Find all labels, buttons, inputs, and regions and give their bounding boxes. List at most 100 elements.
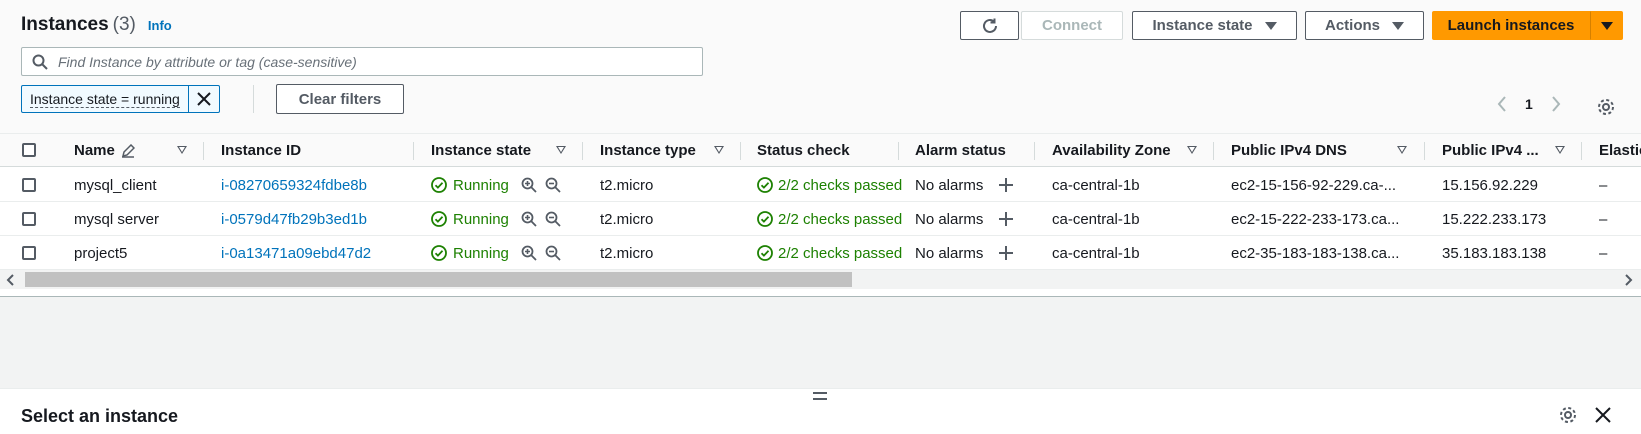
clear-filters-button[interactable]: Clear filters [276,84,404,114]
filter-token-label[interactable]: Instance state = running [22,86,189,112]
next-page-icon[interactable] [1551,96,1561,112]
filter-caret-icon[interactable] [1555,146,1565,154]
close-details-icon[interactable] [1595,407,1611,423]
table-row[interactable]: mysql_client i-08270659324fdbe8b Running… [0,168,1641,202]
filter-caret-icon[interactable] [1187,146,1197,154]
select-all-checkbox[interactable] [22,143,36,157]
status-check-cell: 2/2 checks passed [757,168,902,202]
instance-state-text: Running [453,210,509,228]
caret-down-icon [1264,21,1277,30]
check-circle-icon [431,177,447,193]
launch-instances-menu-button[interactable] [1590,11,1623,40]
instance-name: project5 [74,244,128,262]
zoom-in-icon[interactable] [521,211,537,227]
zoom-out-icon[interactable] [545,177,561,193]
connect-button[interactable]: Connect [1021,11,1123,40]
alarm-status: No alarms [915,244,984,262]
alarm-status: No alarms [915,210,984,228]
row-checkbox[interactable] [22,212,36,226]
search-icon [32,54,48,70]
launch-instances-button[interactable]: Launch instances [1432,11,1590,40]
table-row[interactable]: mysql server i-0579d47fb29b3ed1b Running… [0,202,1641,236]
scroll-left-icon[interactable] [6,274,14,286]
public-ipv4-dns: ec2-15-156-92-229.ca-... [1231,176,1397,194]
page-title: Instances (3) Info [21,14,172,36]
filter-caret-icon[interactable] [556,146,566,154]
column-header-alarm-status[interactable]: Alarm status [915,134,1006,167]
column-header-availability-zone[interactable]: Availability Zone [1052,134,1171,167]
scroll-right-icon[interactable] [1625,274,1633,286]
table-row[interactable]: project5 i-0a13471a09ebd47d2 Running t2.… [0,236,1641,270]
refresh-icon [980,16,1000,36]
caret-down-icon [1600,21,1613,30]
filter-caret-icon[interactable] [714,146,724,154]
elastic-ip: – [1599,244,1608,262]
column-header-status-check[interactable]: Status check [757,134,850,167]
panel-split-area [0,296,1641,388]
pagination: 1 [1497,96,1561,112]
check-circle-icon [431,245,447,261]
edit-pencil-icon [121,143,135,158]
caret-down-icon [1392,21,1404,30]
availability-zone: ca-central-1b [1052,210,1140,228]
instances-header-panel: Instances (3) Info Connect Instance stat… [0,0,1641,133]
zoom-out-icon[interactable] [545,245,561,261]
instance-state-cell: Running [431,236,509,270]
row-checkbox[interactable] [22,246,36,260]
refresh-button[interactable] [960,11,1019,40]
column-header-instance-state[interactable]: Instance state [431,134,531,167]
column-separator [413,142,414,160]
add-alarm-plus-icon[interactable] [998,211,1014,227]
column-header-elastic[interactable]: Elastic [1599,134,1641,167]
public-ipv4-dns: ec2-15-222-233-173.ca... [1231,210,1400,228]
resize-handle-icon[interactable] [813,392,827,404]
horizontal-scroll-thumb[interactable] [25,272,852,287]
instance-type: t2.micro [600,244,654,262]
column-header-name[interactable]: Name [74,134,135,167]
filter-divider [253,85,254,113]
actions-label: Actions [1324,17,1380,34]
elastic-ip: – [1599,210,1608,228]
column-separator [1034,142,1035,160]
column-separator [898,142,899,160]
instance-id-link[interactable]: i-0a13471a09ebd47d2 [221,236,371,270]
instance-id-link[interactable]: i-0579d47fb29b3ed1b [221,202,367,236]
filter-token-remove[interactable] [189,86,219,112]
status-check-text: 2/2 checks passed [778,244,903,262]
filter-token[interactable]: Instance state = running [21,85,220,113]
check-circle-icon [757,177,773,193]
current-page-number[interactable]: 1 [1525,96,1533,112]
zoom-out-icon[interactable] [545,211,561,227]
horizontal-scrollbar[interactable] [0,270,1641,289]
add-alarm-plus-icon[interactable] [998,245,1014,261]
search-bar[interactable] [21,47,703,76]
public-ipv4-address: 15.222.233.173 [1442,210,1547,228]
filter-caret-icon[interactable] [177,146,187,154]
add-alarm-plus-icon[interactable] [998,177,1014,193]
info-link[interactable]: Info [148,18,172,33]
column-header-instance-id[interactable]: Instance ID [221,134,301,167]
search-input[interactable] [58,53,658,70]
public-ipv4-dns: ec2-35-183-183-138.ca... [1231,244,1400,262]
instance-state-dropdown[interactable]: Instance state [1132,11,1297,40]
status-check-cell: 2/2 checks passed [757,236,902,270]
table-preferences-gear-icon[interactable] [1597,98,1615,116]
check-circle-icon [757,211,773,227]
elastic-ip: – [1599,176,1608,194]
column-separator [1424,142,1425,160]
actions-dropdown[interactable]: Actions [1305,11,1424,40]
filter-caret-icon[interactable] [1397,146,1407,154]
row-checkbox[interactable] [22,178,36,192]
column-header-instance-type[interactable]: Instance type [600,134,696,167]
availability-zone: ca-central-1b [1052,244,1140,262]
zoom-in-icon[interactable] [521,177,537,193]
column-header-public-ipv4[interactable]: Public IPv4 ... [1442,134,1539,167]
instance-id-link[interactable]: i-08270659324fdbe8b [221,168,367,202]
column-header-public-ipv4-dns[interactable]: Public IPv4 DNS [1231,134,1347,167]
instance-name: mysql server [74,210,160,228]
details-preferences-gear-icon[interactable] [1559,406,1577,424]
zoom-in-icon[interactable] [521,245,537,261]
column-separator [1581,142,1582,160]
column-separator [1213,142,1214,160]
previous-page-icon[interactable] [1497,96,1507,112]
